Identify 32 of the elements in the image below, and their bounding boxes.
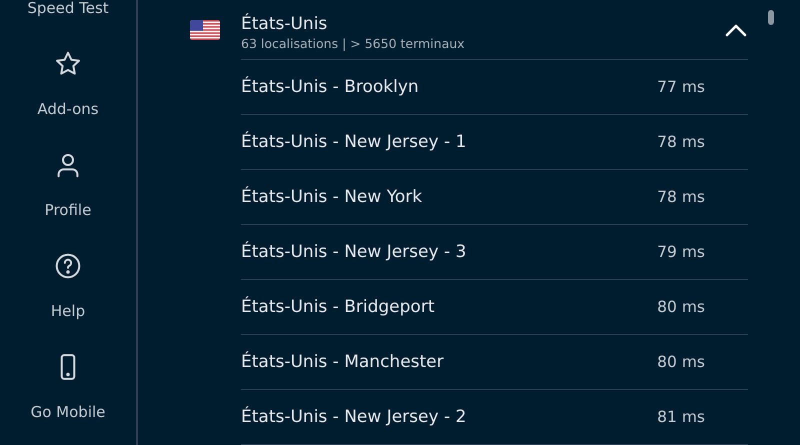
country-name: États-Unis xyxy=(241,12,328,34)
server-row[interactable]: États-Unis - New Jersey - 2 81 ms xyxy=(241,390,748,445)
server-row[interactable]: États-Unis - New York 78 ms xyxy=(241,170,748,225)
scrollbar-thumb[interactable] xyxy=(768,10,774,25)
server-ping: 77 ms xyxy=(657,78,705,96)
server-row[interactable]: États-Unis - New Jersey - 3 79 ms xyxy=(241,225,748,280)
server-row[interactable]: États-Unis - Brooklyn 77 ms xyxy=(241,60,748,115)
server-name: États-Unis - Manchester xyxy=(241,352,444,372)
server-ping: 79 ms xyxy=(657,243,705,261)
server-row[interactable]: États-Unis - New Jersey - 1 78 ms xyxy=(241,115,748,170)
server-name: États-Unis - New Jersey - 1 xyxy=(241,132,466,152)
server-name: États-Unis - New York xyxy=(241,187,422,207)
server-ping: 81 ms xyxy=(657,408,705,426)
server-row[interactable]: États-Unis - Bridgeport 80 ms xyxy=(241,280,748,335)
country-summary: 63 localisations | > 5650 terminaux xyxy=(241,34,466,52)
flag-icon xyxy=(190,20,220,40)
sidebar-item[interactable]: Help xyxy=(50,301,86,321)
server-name: États-Unis - New Jersey - 3 xyxy=(241,242,466,262)
server-name: États-Unis - Bridgeport xyxy=(241,297,434,317)
server-ping: 78 ms xyxy=(657,188,705,206)
sidebar-item[interactable]: Add-ons xyxy=(37,99,99,119)
server-ping: 80 ms xyxy=(657,298,705,316)
server-ping: 78 ms xyxy=(657,133,705,151)
sidebar-item[interactable]: Profile xyxy=(44,200,92,220)
server-row[interactable]: États-Unis - Manchester 80 ms xyxy=(241,335,748,390)
server-name: États-Unis - New Jersey - 2 xyxy=(241,407,466,427)
sidebar-item[interactable]: Go Mobile xyxy=(30,402,106,422)
sidebar-item[interactable]: Speed Test xyxy=(27,0,109,18)
chevron-icon xyxy=(724,22,748,36)
collapse-button[interactable] xyxy=(724,22,748,36)
server-name: États-Unis - Brooklyn xyxy=(241,77,419,97)
server-ping: 80 ms xyxy=(657,353,705,371)
